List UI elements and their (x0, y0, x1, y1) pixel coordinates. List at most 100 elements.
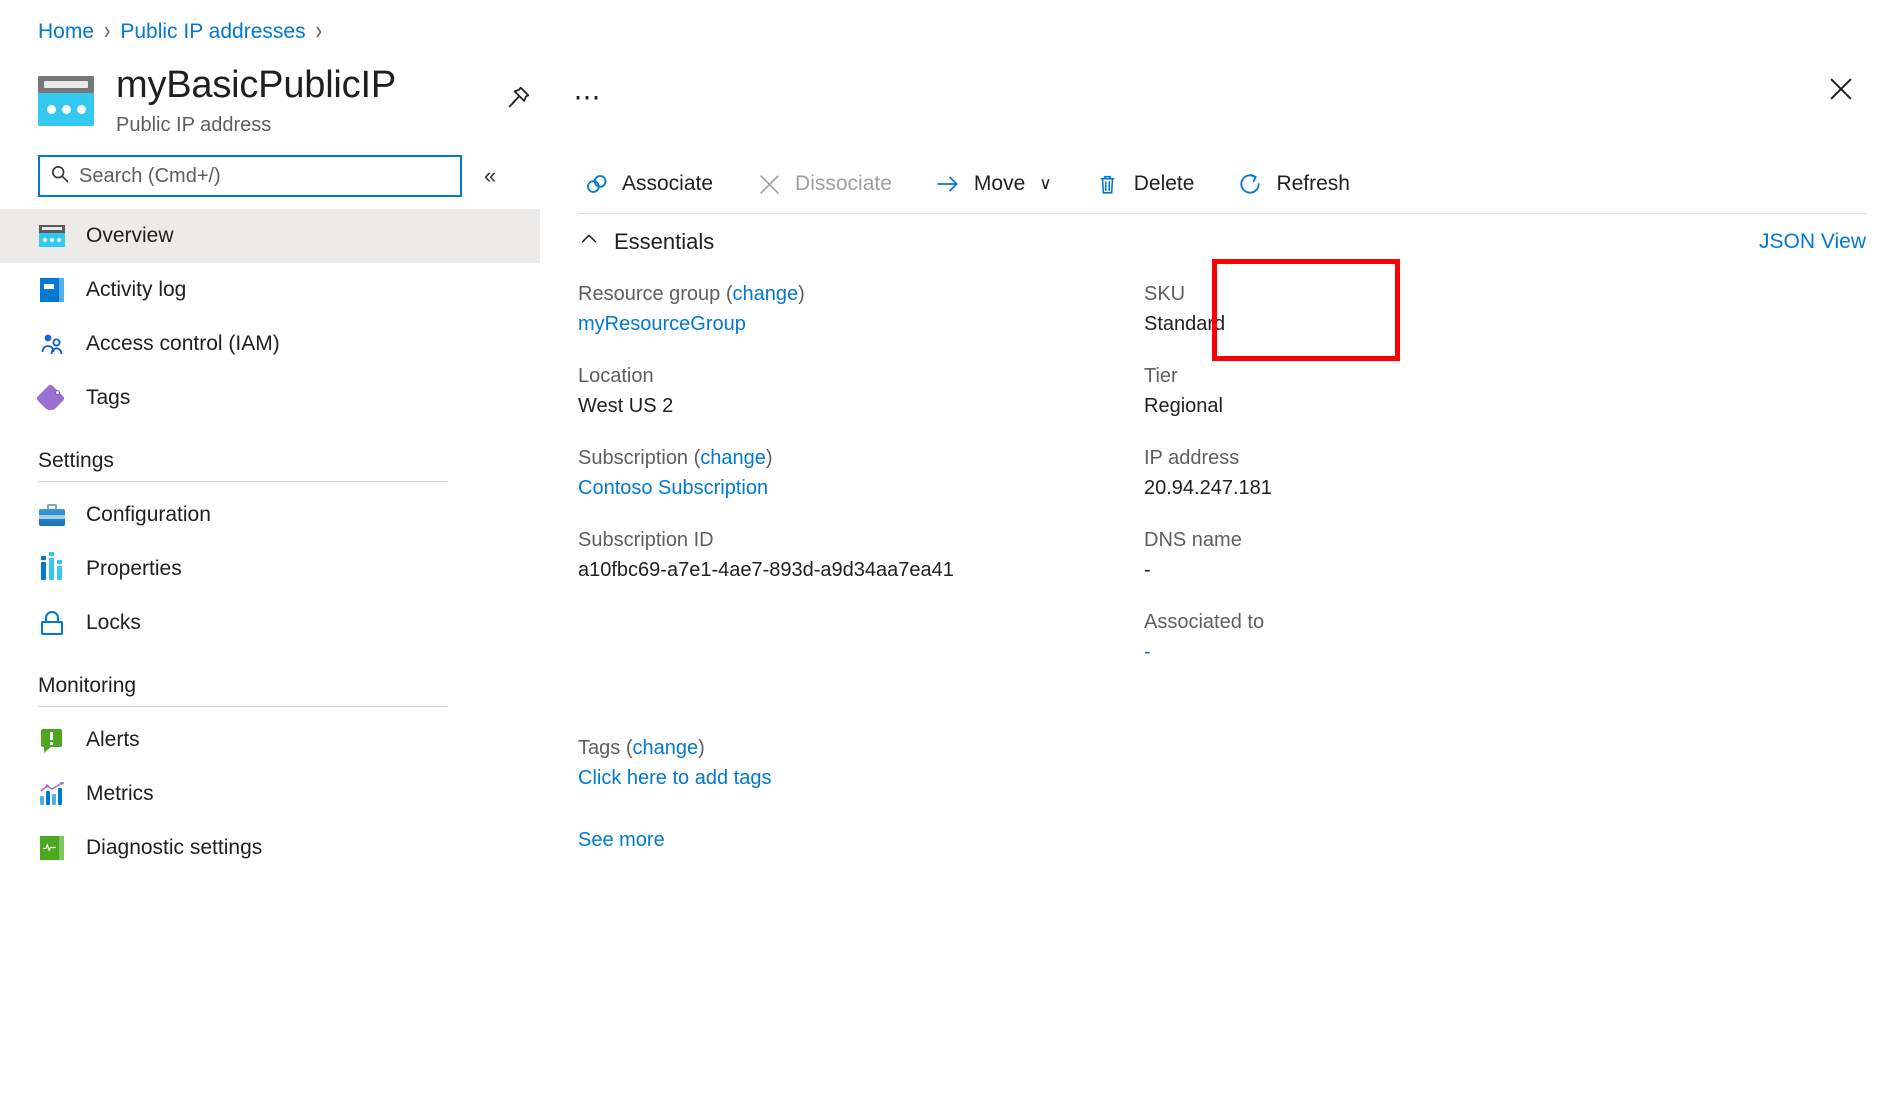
sidebar-item-label: Overview (86, 224, 174, 247)
see-more-link[interactable]: See more (540, 829, 1894, 852)
associate-label: Associate (622, 172, 714, 195)
arrow-right-icon (934, 170, 962, 198)
sidebar-item-tags[interactable]: Tags (0, 371, 540, 425)
sidebar-item-overview[interactable]: Overview (0, 209, 540, 263)
sidebar-item-metrics[interactable]: Metrics (0, 767, 540, 821)
sidebar-item-activity-log[interactable]: Activity log (0, 263, 540, 317)
field-label: Associated to (1144, 611, 1265, 633)
sidebar-item-label: Activity log (86, 278, 187, 301)
field-value[interactable]: Contoso Subscription (578, 473, 1144, 503)
trash-icon (1094, 170, 1122, 198)
field-label: Resource group (change) (578, 279, 1144, 309)
sidebar-item-label: Configuration (86, 503, 211, 526)
sidebar-item-label: Locks (86, 611, 141, 634)
breadcrumb-separator-icon-2: › (315, 17, 322, 46)
field-value[interactable]: myResourceGroup (578, 309, 1144, 339)
essentials-grid: Resource group (change) myResourceGroup … (540, 259, 1894, 689)
search-placeholder: Search (Cmd+/) (79, 164, 221, 187)
page-title-block: myBasicPublicIP Public IP address (38, 64, 396, 137)
field-label: Tier (1144, 365, 1178, 387)
move-button[interactable]: Move ∨ (930, 163, 1056, 205)
page-title: myBasicPublicIP (116, 64, 396, 106)
tags-icon (35, 383, 66, 414)
sidebar-item-label: Diagnostic settings (86, 836, 263, 859)
field-value[interactable]: - (1144, 637, 1704, 667)
title-actions: ⋯ (498, 78, 608, 118)
field-value: - (1144, 559, 1151, 581)
breadcrumb-item-public-ip-addresses[interactable]: Public IP addresses (120, 20, 305, 44)
move-label: Move (973, 172, 1026, 195)
json-view-link[interactable]: JSON View (1759, 230, 1866, 254)
sidebar-search-row: Search (Cmd+/) « (0, 155, 540, 197)
page-subtitle: Public IP address (116, 113, 272, 136)
sidebar: Search (Cmd+/) « Overview Activity log A… (0, 155, 540, 1100)
sidebar-item-configuration[interactable]: Configuration (0, 488, 540, 542)
configuration-icon (38, 501, 66, 529)
access-control-icon (38, 330, 66, 358)
delete-button[interactable]: Delete (1090, 163, 1199, 205)
field-sku: SKU Standard (1144, 279, 1704, 339)
field-label: DNS name (1144, 529, 1242, 551)
field-tier: Tier Regional (1144, 361, 1704, 421)
sidebar-item-properties[interactable]: Properties (0, 542, 540, 596)
diagnostic-settings-icon (38, 834, 66, 862)
sidebar-item-alerts[interactable]: Alerts (0, 713, 540, 767)
essentials-toggle[interactable]: Essentials (578, 228, 714, 255)
search-icon (50, 164, 70, 189)
dissociate-button[interactable]: Dissociate (751, 163, 896, 205)
essentials-right-column: SKU Standard Tier Regional IP address 20… (1144, 279, 1704, 689)
tags-section: Tags (change) Click here to add tags (540, 733, 1894, 793)
field-label: IP address (1144, 447, 1240, 469)
ellipsis-icon[interactable]: ⋯ (568, 78, 608, 118)
essentials-header: Essentials JSON View (540, 214, 1894, 255)
change-tags-link[interactable]: change (632, 737, 698, 759)
sidebar-group-divider-2 (38, 706, 448, 707)
public-ip-icon (38, 222, 66, 250)
sidebar-item-locks[interactable]: Locks (0, 596, 540, 650)
field-value: a10fbc69-a7e1-4ae7-893d-a9d34aa7ea41 (578, 559, 954, 581)
close-icon[interactable] (1818, 66, 1864, 112)
sidebar-item-label: Properties (86, 557, 182, 580)
sidebar-item-access-control[interactable]: Access control (IAM) (0, 317, 540, 371)
field-resource-group: Resource group (change) myResourceGroup (578, 279, 1144, 339)
chevron-up-icon (578, 228, 600, 255)
refresh-button[interactable]: Refresh (1232, 163, 1354, 205)
sidebar-collapse-button[interactable]: « (478, 159, 502, 193)
sidebar-item-label: Access control (IAM) (86, 332, 280, 355)
field-subscription-id: Subscription ID a10fbc69-a7e1-4ae7-893d-… (578, 525, 1144, 585)
field-subscription: Subscription (change) Contoso Subscripti… (578, 443, 1144, 503)
label-text: Subscription (578, 447, 689, 469)
field-dns-name: DNS name - (1144, 525, 1704, 585)
sidebar-group-title-monitoring: Monitoring (38, 674, 137, 697)
change-subscription-link[interactable]: change (700, 447, 766, 469)
content-pane: Associate Dissociate Move ∨ Delete Refre… (540, 155, 1894, 1100)
breadcrumb-item-home[interactable]: Home (38, 20, 94, 44)
chevron-down-icon: ∨ (1039, 174, 1052, 193)
metrics-icon (38, 780, 66, 808)
dissociate-label: Dissociate (795, 172, 892, 195)
delete-label: Delete (1133, 172, 1195, 195)
field-value: Regional (1144, 395, 1223, 417)
public-ip-icon (38, 76, 94, 126)
pin-icon[interactable] (498, 78, 538, 118)
add-tags-link[interactable]: Click here to add tags (578, 763, 1894, 793)
lock-icon (38, 609, 66, 637)
field-label: Subscription (change) (578, 443, 1144, 473)
paren-close: ) (698, 737, 705, 759)
label-text: Resource group (578, 283, 721, 305)
activity-log-icon (38, 276, 66, 304)
field-label: Location (578, 365, 654, 387)
change-resource-group-link[interactable]: change (733, 283, 799, 305)
refresh-label: Refresh (1276, 172, 1350, 195)
azure-portal-page: Home › Public IP addresses › myBasicPubl… (0, 0, 1894, 1100)
sidebar-item-diagnostic-settings[interactable]: Diagnostic settings (0, 821, 540, 875)
sidebar-group-divider (38, 481, 448, 482)
paren-close: ) (798, 283, 805, 305)
breadcrumb: Home › Public IP addresses › (38, 17, 322, 46)
label-text: Tags (578, 737, 621, 759)
field-ip-address: IP address 20.94.247.181 (1144, 443, 1704, 503)
search-input[interactable]: Search (Cmd+/) (38, 155, 462, 197)
sidebar-nav-primary: Overview Activity log Access control (IA… (0, 209, 540, 425)
command-bar: Associate Dissociate Move ∨ Delete Refre… (540, 155, 1894, 213)
associate-button[interactable]: Associate (578, 163, 717, 205)
